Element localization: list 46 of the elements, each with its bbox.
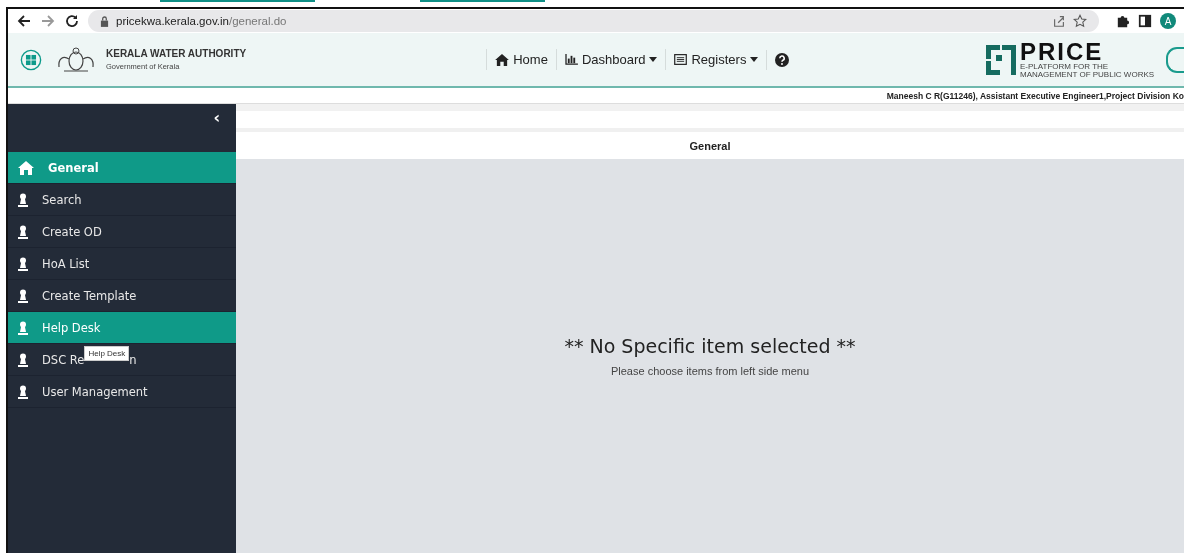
sidebar-item[interactable]: Create OD — [8, 216, 236, 248]
nav-link[interactable]: Home — [486, 49, 556, 70]
bar-chart-icon — [564, 54, 578, 65]
person-icon — [18, 288, 28, 303]
org-name: KERALA WATER AUTHORITY — [106, 48, 247, 59]
page-title: General — [689, 139, 731, 152]
user-info: Maneesh C R(G11246), Assistant Executive Engineer1,Project Division Ko — [886, 90, 1184, 101]
star-icon[interactable] — [1073, 14, 1087, 28]
empty-state-title: ** No Specific item selected ** — [564, 335, 856, 357]
logo-mark-icon — [986, 44, 1016, 75]
back-icon[interactable] — [16, 13, 32, 29]
caret-icon — [649, 57, 658, 62]
profile-avatar[interactable]: A — [1160, 13, 1176, 29]
side-panel-icon[interactable] — [1138, 14, 1152, 28]
person-icon — [18, 320, 28, 335]
puzzle-icon[interactable] — [1115, 13, 1130, 29]
sidebar-item[interactable]: Search — [8, 184, 236, 216]
home-icon — [495, 53, 510, 66]
caret-icon — [750, 57, 759, 62]
home-icon — [18, 160, 34, 175]
person-icon — [18, 224, 28, 239]
person-icon — [18, 384, 28, 399]
sidebar-item[interactable]: DSC Re Help Desk n — [8, 344, 236, 376]
person-icon — [18, 352, 28, 367]
emblem-drawing — [56, 44, 96, 75]
sidebar-item[interactable]: User Management — [8, 376, 236, 408]
sidebar-item[interactable]: HoA List — [8, 248, 236, 280]
lock-icon — [100, 15, 109, 27]
nav-link[interactable]: Registers — [665, 49, 767, 70]
person-icon — [18, 192, 28, 207]
address-bar[interactable]: pricekwa.kerala.gov.in/general.do — [88, 10, 1099, 32]
collapse-toggle[interactable]: ‹ — [213, 108, 220, 152]
reload-icon[interactable] — [64, 13, 80, 29]
share-icon[interactable] — [1052, 14, 1066, 28]
help-icon — [775, 52, 790, 67]
apps-icon[interactable] — [20, 48, 42, 71]
logo-tagline: E-PLATFORM FOR THE MANAGEMENT OF PUBLIC WORKS — [1020, 62, 1156, 79]
tooltip: Help Desk — [84, 346, 130, 361]
list-icon — [674, 54, 688, 65]
logo-wordmark: PRICE — [1020, 40, 1104, 63]
empty-state-hint: Please choose items from left side menu — [610, 365, 810, 377]
sidebar-item[interactable]: Help Desk — [8, 312, 236, 344]
nav-link[interactable]: Dashboard — [555, 49, 666, 70]
sidebar-item[interactable]: General — [8, 152, 236, 184]
forward-icon[interactable] — [40, 13, 56, 29]
person-icon — [18, 256, 28, 271]
